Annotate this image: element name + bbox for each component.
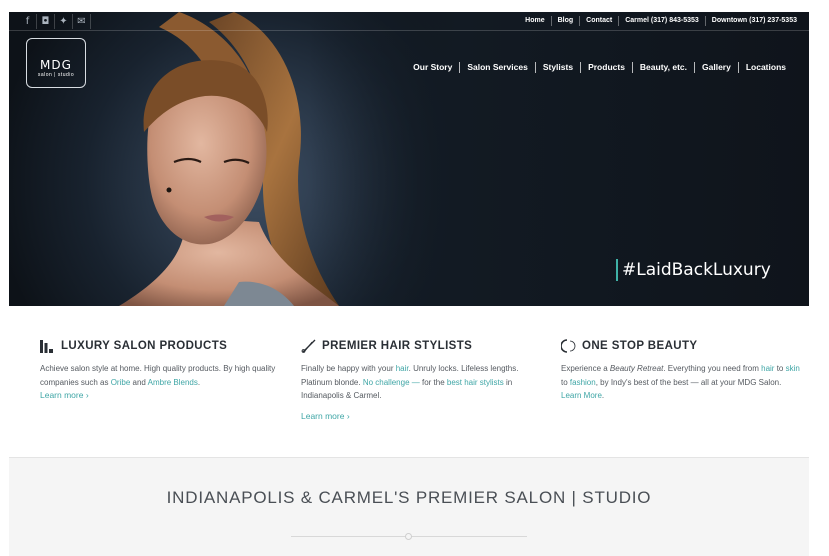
body-text: Finally be happy with your — [301, 364, 396, 373]
body-text: . Everything you need from — [663, 364, 762, 373]
body-text: Experience a — [561, 364, 610, 373]
top-utility-bar: f ◘ ✦ ✉ Home Blog Contact Carmel (317) 8… — [9, 12, 809, 31]
premier-salon-band: INDIANAPOLIS & CARMEL'S PREMIER SALON | … — [9, 457, 809, 556]
body-text: to — [561, 377, 570, 387]
social-links: f ◘ ✦ ✉ — [19, 14, 91, 29]
inline-link[interactable]: Ambre Blends — [148, 378, 198, 387]
feature-title: LUXURY SALON PRODUCTS — [61, 340, 228, 352]
section-title: INDIANAPOLIS & CARMEL'S PREMIER SALON | … — [166, 488, 652, 507]
feature-body: Finally be happy with your hair. Unruly … — [301, 362, 541, 403]
feature-hair-stylists: PREMIER HAIR STYLISTS Finally be happy w… — [301, 339, 541, 421]
nav-item-salon-services[interactable]: Salon Services — [459, 62, 534, 73]
body-text: Beauty Retreat — [609, 364, 664, 373]
nav-item-stylists[interactable]: Stylists — [534, 62, 580, 73]
learn-more-link[interactable]: Learn more › — [301, 411, 541, 421]
body-text: to — [774, 364, 786, 373]
bottles-icon — [40, 339, 56, 353]
feature-one-stop-beauty: ONE STOP BEAUTY Experience a Beauty Retr… — [560, 339, 801, 403]
body-text: , by Indy's best of the best — all at yo… — [595, 377, 782, 387]
main-nav: Our Story Salon Services Stylists Produc… — [406, 62, 793, 73]
nav-item-beauty-etc[interactable]: Beauty, etc. — [631, 62, 694, 73]
top-link-home[interactable]: Home — [519, 16, 550, 26]
inline-link[interactable]: hair — [396, 364, 409, 373]
feature-luxury-products: LUXURY SALON PRODUCTS Achieve salon styl… — [40, 339, 280, 400]
facebook-icon[interactable]: f — [19, 14, 37, 29]
logo-name: MDG — [40, 58, 72, 72]
feature-body: Achieve salon style at home. High qualit… — [40, 362, 280, 389]
inline-link[interactable]: skin — [786, 364, 800, 373]
body-text: . — [197, 377, 201, 387]
top-links: Home Blog Contact Carmel (317) 843-5353 … — [519, 16, 803, 26]
hero-banner: f ◘ ✦ ✉ Home Blog Contact Carmel (317) 8… — [9, 12, 809, 306]
feature-body: Experience a Beauty Retreat. Everything … — [561, 362, 801, 403]
nav-item-locations[interactable]: Locations — [737, 62, 793, 73]
learn-more-link[interactable]: Learn more › — [40, 390, 280, 400]
email-icon[interactable]: ✉ — [73, 14, 91, 29]
instagram-icon[interactable]: ◘ — [37, 14, 55, 29]
nav-item-gallery[interactable]: Gallery — [694, 62, 738, 73]
nav-item-products[interactable]: Products — [580, 62, 632, 73]
body-text: . — [601, 391, 605, 400]
inline-link[interactable]: fashion — [570, 378, 596, 387]
hero-hashtag: #LaidBackLuxury — [616, 259, 771, 281]
inline-link[interactable]: best hair stylists — [447, 378, 504, 387]
top-link-downtown-phone[interactable]: Downtown (317) 237-5353 — [704, 16, 803, 26]
page: f ◘ ✦ ✉ Home Blog Contact Carmel (317) 8… — [0, 0, 829, 556]
site-logo[interactable]: MDG salon | studio — [26, 38, 86, 88]
scissors-icon — [301, 339, 317, 353]
twitter-icon[interactable]: ✦ — [55, 14, 73, 29]
feature-title: ONE STOP BEAUTY — [582, 340, 698, 352]
inline-link[interactable]: Oribe — [111, 378, 131, 387]
logo-tagline: salon | studio — [37, 72, 75, 78]
body-text: and — [130, 377, 148, 387]
top-link-blog[interactable]: Blog — [550, 16, 580, 26]
inline-link[interactable]: Learn More — [561, 391, 602, 400]
mirror-icon — [560, 339, 577, 353]
nav-item-our-story[interactable]: Our Story — [406, 62, 459, 73]
divider-dot — [405, 533, 412, 540]
feature-title: PREMIER HAIR STYLISTS — [322, 340, 473, 352]
body-text: for the — [419, 377, 447, 387]
inline-link[interactable]: No challenge — — [363, 378, 420, 387]
top-link-contact[interactable]: Contact — [579, 16, 618, 26]
top-link-carmel-phone[interactable]: Carmel (317) 843-5353 — [618, 16, 705, 26]
inline-link[interactable]: hair — [761, 364, 774, 373]
